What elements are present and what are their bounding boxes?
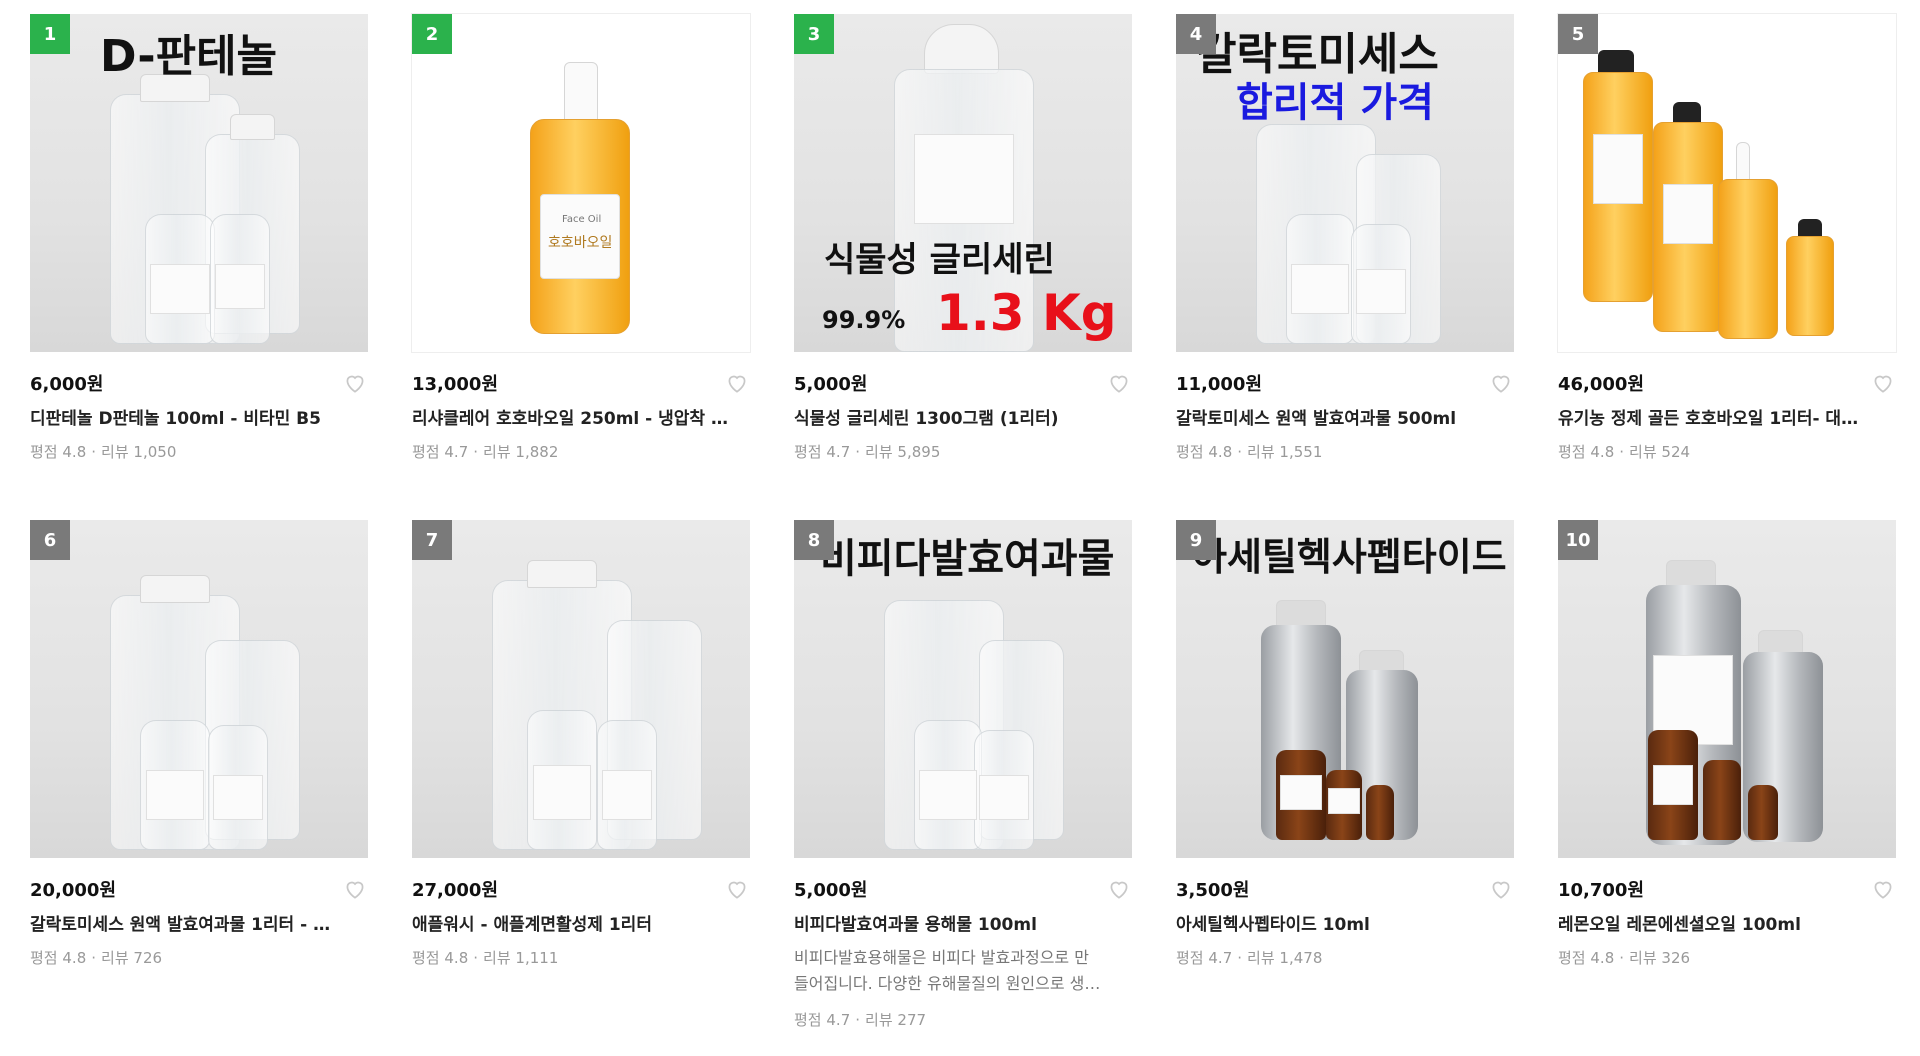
rank-badge: 10 (1558, 520, 1598, 560)
product-rating-meta: 평점 4.8 · 리뷰 326 (1558, 949, 1691, 967)
heart-icon[interactable] (342, 876, 368, 902)
product-image[interactable]: 7 (412, 520, 750, 858)
product-title[interactable]: 레몬오일 레몬에센셜오일 100ml (1558, 910, 1896, 935)
product-price: 46,000원 (1558, 374, 1645, 395)
product-title[interactable]: 갈락토미세스 원액 발효여과물 500ml (1176, 404, 1514, 429)
product-price: 10,700원 (1558, 880, 1645, 901)
product-card[interactable]: 10 10,700원 레몬오일 레몬에센셜오일 100ml 평점 4.8 · 리뷰 … (1558, 520, 1896, 1012)
heart-icon[interactable] (724, 370, 750, 396)
product-rating-meta: 평점 4.8 · 리뷰 524 (1558, 443, 1691, 461)
heart-icon[interactable] (342, 370, 368, 396)
rank-badge: 4 (1176, 14, 1216, 54)
heart-icon[interactable] (1106, 876, 1132, 902)
product-title[interactable]: 식물성 글리세린 1300그램 (1리터) (794, 404, 1132, 429)
heart-icon[interactable] (1870, 876, 1896, 902)
image-caption: 99.9% (822, 306, 906, 334)
heart-icon[interactable] (1488, 876, 1514, 902)
product-description: 비피다발효용해물은 비피다 발효과정으로 만 들어집니다. 다양한 유해물질의 … (794, 948, 1101, 993)
product-card[interactable]: 8 비피다발효여과물 5,000원 비피다발효여과물 용해물 100ml 비피다… (794, 520, 1132, 1029)
heart-icon[interactable] (724, 876, 750, 902)
product-price: 5,000원 (794, 374, 868, 395)
product-price: 11,000원 (1176, 374, 1263, 395)
product-card[interactable]: 2 Face Oil 호호바오일 13,000원 리샤클레어 호호바오일 250… (411, 13, 751, 506)
product-image[interactable]: 8 비피다발효여과물 (794, 520, 1132, 858)
product-price: 27,000원 (412, 880, 499, 901)
rank-badge: 6 (30, 520, 70, 560)
product-rating-meta: 평점 4.8 · 리뷰 1,551 (1176, 443, 1323, 461)
product-rating-meta: 평점 4.8 · 리뷰 1,050 (30, 443, 177, 461)
product-image[interactable]: 2 Face Oil 호호바오일 (411, 13, 751, 353)
product-rating-meta: 평점 4.8 · 리뷰 1,111 (412, 949, 559, 967)
product-rating-meta: 평점 4.8 · 리뷰 726 (30, 949, 163, 967)
image-caption: 아세틸헥사펩타이드 (1192, 535, 1507, 579)
product-rating-meta: 평점 4.7 · 리뷰 277 (794, 1011, 927, 1029)
product-rating-meta: 평점 4.7 · 리뷰 1,478 (1176, 949, 1323, 967)
rank-badge: 2 (412, 14, 452, 54)
product-image[interactable]: 6 (30, 520, 368, 858)
product-price: 5,000원 (794, 880, 868, 901)
bottle-label-text: Face Oil (562, 214, 602, 225)
product-title[interactable]: 비피다발효여과물 용해물 100ml (794, 910, 1132, 935)
product-price: 13,000원 (412, 374, 499, 395)
rank-badge: 8 (794, 520, 834, 560)
product-title[interactable]: 디판테놀 D판테놀 100ml - 비타민 B5 (30, 404, 368, 429)
product-image[interactable]: 1 D-판테놀 (30, 14, 368, 352)
image-caption: 합리적 가격 (1236, 80, 1434, 126)
product-image[interactable]: 10 (1558, 520, 1896, 858)
heart-icon[interactable] (1870, 370, 1896, 396)
product-image[interactable]: 3 식물성 글리세린 99.9% 1.3 Kg (794, 14, 1132, 352)
image-caption: 식물성 글리세린 (824, 240, 1055, 280)
image-caption: D-판테놀 (100, 31, 278, 82)
product-card[interactable]: 3 식물성 글리세린 99.9% 1.3 Kg 5,000원 식물성 글리세린 … (794, 14, 1132, 506)
heart-icon[interactable] (1106, 370, 1132, 396)
product-title[interactable]: 유기농 정제 골든 호호바오일 1리터- 대… (1558, 404, 1896, 429)
product-grid: 1 D-판테놀 6,000원 디판테놀 D판테놀 100ml - 비타민 B5 … (30, 13, 1897, 1029)
product-image[interactable]: 9 아세틸헥사펩타이드 (1176, 520, 1514, 858)
product-rating-meta: 평점 4.7 · 리뷰 1,882 (412, 443, 559, 461)
image-caption: 비피다발효여과물 (820, 536, 1115, 582)
product-card[interactable]: 1 D-판테놀 6,000원 디판테놀 D판테놀 100ml - 비타민 B5 … (30, 14, 368, 506)
product-card[interactable]: 9 아세틸헥사펩타이드 3,500원 아세틸헥사펩타이드 10ml 평점 4.7… (1176, 520, 1514, 1012)
product-title[interactable]: 갈락토미세스 원액 발효여과물 1리터 - … (30, 910, 368, 935)
product-image[interactable]: 4 갈락토미세스 합리적 가격 (1176, 14, 1514, 352)
product-price: 20,000원 (30, 880, 117, 901)
rank-badge: 7 (412, 520, 452, 560)
product-card[interactable]: 5 46,000원 유기농 정제 골든 호호바오일 1리터- 대… 평점 4.8… (1557, 13, 1897, 506)
product-card[interactable]: 6 20,000원 갈락토미세스 원액 발효여과물 1리터 - … 평점 4.8… (30, 520, 368, 1012)
product-rating-meta: 평점 4.7 · 리뷰 5,895 (794, 443, 941, 461)
product-card[interactable]: 4 갈락토미세스 합리적 가격 11,000원 갈락토미세스 원액 발효여과물 … (1176, 14, 1514, 506)
product-card[interactable]: 7 27,000원 애플워시 - 애플계면활성제 1리터 평점 4.8 · 리뷰 1… (412, 520, 750, 1012)
rank-badge: 5 (1558, 14, 1598, 54)
rank-badge: 1 (30, 14, 70, 54)
product-title[interactable]: 아세틸헥사펩타이드 10ml (1176, 910, 1514, 935)
image-caption: 1.3 Kg (936, 284, 1117, 342)
rank-badge: 3 (794, 14, 834, 54)
bottle-label-text: 호호바오일 (548, 235, 613, 251)
product-title[interactable]: 애플워시 - 애플계면활성제 1리터 (412, 910, 750, 935)
product-price: 3,500원 (1176, 880, 1250, 901)
product-image[interactable]: 5 (1557, 13, 1897, 353)
product-title[interactable]: 리샤클레어 호호바오일 250ml - 냉압착 … (412, 404, 750, 429)
rank-badge: 9 (1176, 520, 1216, 560)
product-price: 6,000원 (30, 374, 104, 395)
heart-icon[interactable] (1488, 370, 1514, 396)
